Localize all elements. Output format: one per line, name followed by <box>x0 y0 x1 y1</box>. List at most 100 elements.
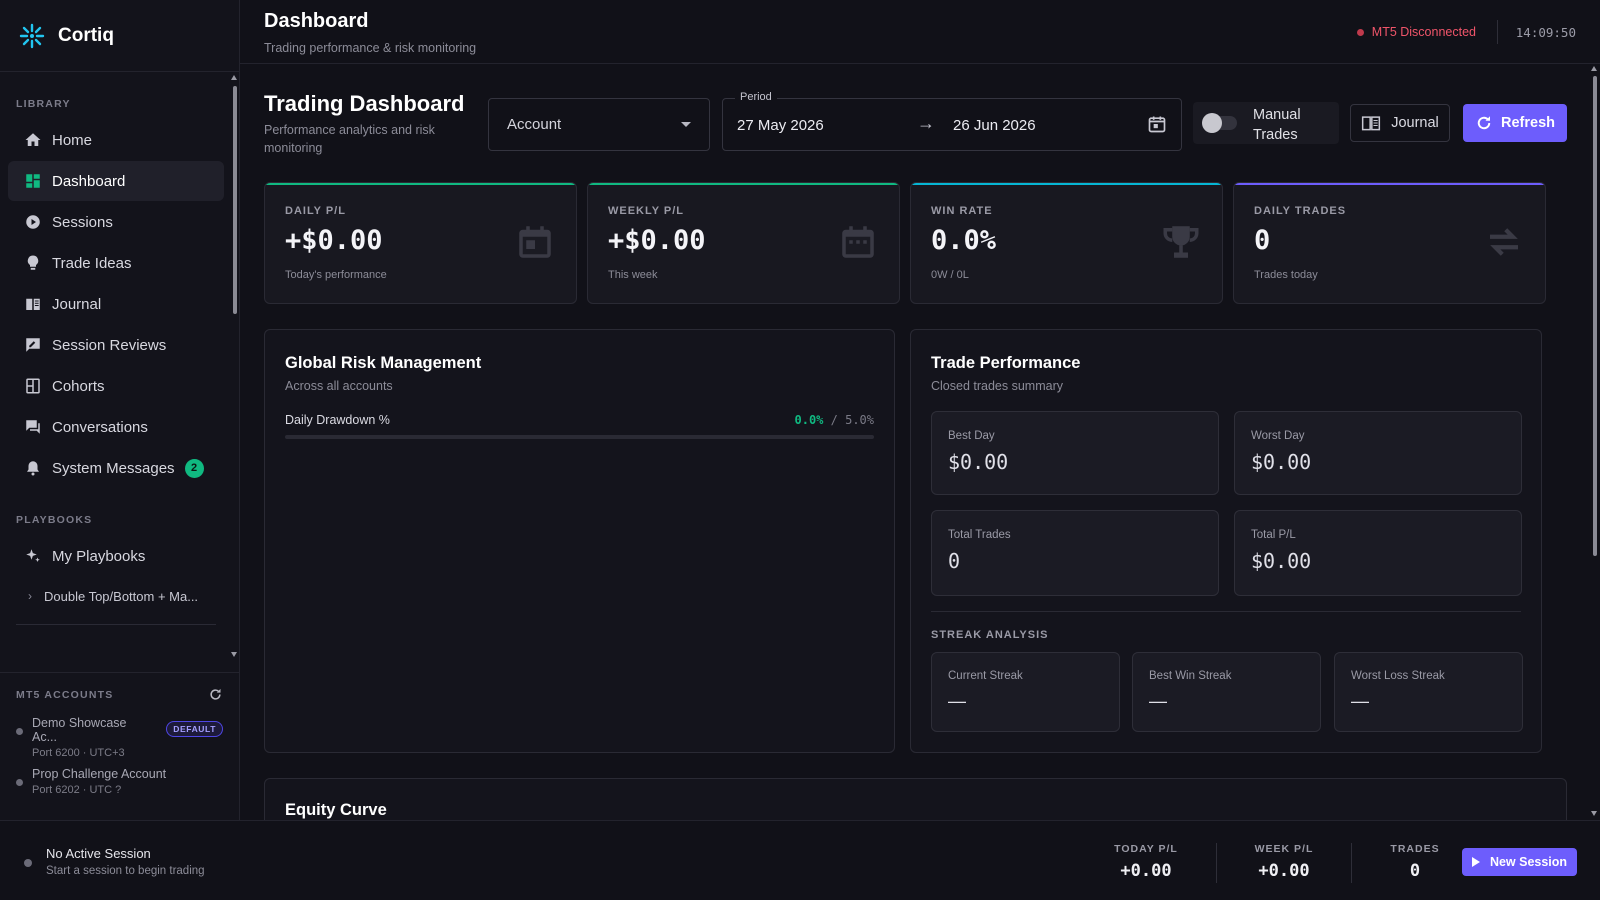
sidebar-item-label: Dashboard <box>52 172 126 190</box>
stat-note: This week <box>608 269 658 281</box>
mt5-account-item[interactable]: Demo Showcase Ac... Port 6200 · UTC+3 DE… <box>0 716 239 759</box>
mt5-account-item[interactable]: Prop Challenge Account Port 6202 · UTC ? <box>0 767 239 796</box>
sidebar-scrollbar[interactable] <box>233 86 237 314</box>
journal-button[interactable]: Journal <box>1350 104 1450 142</box>
session-status-dot <box>24 859 32 867</box>
status-dot <box>1356 28 1364 36</box>
footer-stat-value: +0.00 <box>1258 861 1310 881</box>
period-end-date[interactable]: 26 Jun 2026 <box>953 117 1036 134</box>
brand[interactable]: Cortiq <box>0 0 239 72</box>
sidebar-item-conversations[interactable]: Conversations <box>8 407 224 447</box>
account-select[interactable]: Account <box>488 98 710 151</box>
sidebar-nav: LIBRARY Home Dashboard Sessions Trade Id… <box>0 72 232 660</box>
dashboard-title: Trading Dashboard <box>264 91 465 116</box>
sidebar-item-session-reviews[interactable]: Session Reviews <box>8 325 224 365</box>
sidebar-item-trade-ideas[interactable]: Trade Ideas <box>8 243 224 283</box>
footer-stat-label: TODAY P/L <box>1114 843 1178 855</box>
streak-label: Current Streak <box>948 670 1023 682</box>
stat-card-daily-trades: DAILY TRADES 0 Trades today <box>1233 182 1546 304</box>
toggle-knob[interactable] <box>1202 113 1222 133</box>
best-day-box: Best Day $0.00 <box>931 411 1219 495</box>
status-text: MT5 Disconnected <box>1371 25 1476 39</box>
manual-trades-toggle[interactable]: Manual Trades <box>1193 102 1339 144</box>
default-badge: DEFAULT <box>166 721 223 737</box>
book-icon <box>1362 116 1381 131</box>
library-label: LIBRARY <box>16 98 71 110</box>
stat-note: Trades today <box>1254 269 1318 281</box>
book-icon <box>26 298 40 310</box>
card-accent <box>588 183 899 185</box>
refresh-button-label: Refresh <box>1501 115 1555 131</box>
stat-value: +$0.00 <box>608 225 706 256</box>
calendar-icon[interactable] <box>1147 114 1167 134</box>
footer-stat-value: +0.00 <box>1120 861 1172 881</box>
connection-dot <box>16 728 23 735</box>
metric-label: Total Trades <box>948 529 1011 541</box>
period-range-picker[interactable]: Period 27 May 2026 → 26 Jun 2026 <box>722 91 1182 151</box>
sidebar-item-my-playbooks[interactable]: My Playbooks <box>8 536 224 576</box>
scroll-up-arrow[interactable] <box>231 75 237 80</box>
app-name: Cortiq <box>58 24 114 46</box>
clock: 14:09:50 <box>1515 25 1576 40</box>
playbooks-label: PLAYBOOKS <box>16 514 93 526</box>
card-accent <box>265 183 576 185</box>
stat-card-weekly-pl: WEEKLY P/L +$0.00 This week <box>587 182 900 304</box>
main-scrollbar[interactable] <box>1593 76 1597 556</box>
sidebar-item-journal[interactable]: Journal <box>8 284 224 324</box>
chevron-right-icon: › <box>28 589 32 603</box>
mt5-accounts: MT5 ACCOUNTS Demo Showcase Ac... Port 62… <box>0 672 239 820</box>
period-start-date[interactable]: 27 May 2026 <box>737 117 824 134</box>
home-icon <box>25 133 41 146</box>
footer-stat-label: WEEK P/L <box>1254 843 1314 855</box>
sidebar-item-label: Trade Ideas <box>52 254 132 272</box>
drawdown-current: 0.0% <box>794 413 824 427</box>
chat-icon <box>26 420 40 434</box>
account-meta: Port 6202 · UTC ? <box>32 784 122 796</box>
metric-value: 0 <box>948 549 961 573</box>
best-win-streak-box: Best Win Streak — <box>1132 652 1321 732</box>
panel-subtitle: Closed trades summary <box>931 379 1063 393</box>
playbook-item[interactable]: › Double Top/Bottom + Ma... <box>8 578 224 614</box>
stat-card-win-rate: WIN RATE 0.0% 0W / 0L <box>910 182 1223 304</box>
scroll-up-arrow[interactable] <box>1591 66 1597 71</box>
stat-label: DAILY P/L <box>285 205 346 217</box>
bell-icon <box>27 461 39 476</box>
sidebar-item-dashboard[interactable]: Dashboard <box>8 161 224 201</box>
cohorts-icon <box>26 378 40 394</box>
topbar-divider <box>1497 20 1498 44</box>
period-label: Period <box>735 91 777 103</box>
calendar-icon <box>519 226 551 258</box>
rate-review-icon <box>26 338 40 352</box>
sidebar-item-label: Journal <box>52 295 102 313</box>
session-footer: No Active Session Start a session to beg… <box>0 820 1600 900</box>
drawdown-value: 0.0% / 5.0% <box>795 413 875 427</box>
connection-dot <box>16 779 23 786</box>
play-circle-icon <box>26 215 40 229</box>
card-accent <box>1234 183 1545 185</box>
scroll-down-arrow[interactable] <box>1591 811 1597 816</box>
stat-card-daily-pl: DAILY P/L +$0.00 Today's performance <box>264 182 577 304</box>
playbook-item-label: Double Top/Bottom + Ma... <box>44 588 199 604</box>
connection-status[interactable]: MT5 Disconnected <box>1356 25 1476 39</box>
section-divider <box>931 611 1521 612</box>
metric-label: Total P/L <box>1251 529 1296 541</box>
sidebar-item-sessions[interactable]: Sessions <box>8 202 224 242</box>
sidebar-divider <box>16 624 216 625</box>
sidebar-item-home[interactable]: Home <box>8 120 224 160</box>
sidebar-item-system-messages[interactable]: System Messages 2 <box>8 448 224 488</box>
sidebar-item-cohorts[interactable]: Cohorts <box>8 366 224 406</box>
panel-title: Equity Curve <box>285 801 387 819</box>
trade-performance-panel: Trade Performance Closed trades summary … <box>910 329 1542 753</box>
panel-subtitle: Across all accounts <box>285 379 393 393</box>
metric-label: Best Day <box>948 430 995 442</box>
refresh-button[interactable]: Refresh <box>1463 104 1567 142</box>
streak-label: Best Win Streak <box>1149 670 1232 682</box>
stat-value: 0.0% <box>931 225 997 256</box>
scroll-down-arrow[interactable] <box>231 652 237 657</box>
streak-value: — <box>948 691 966 711</box>
refresh-icon[interactable] <box>208 687 223 702</box>
equity-curve-panel: Equity Curve <box>264 778 1567 820</box>
new-session-button[interactable]: New Session <box>1462 848 1577 876</box>
streak-label: Worst Loss Streak <box>1351 670 1445 682</box>
main-content: Trading Dashboard Performance analytics … <box>240 65 1592 820</box>
